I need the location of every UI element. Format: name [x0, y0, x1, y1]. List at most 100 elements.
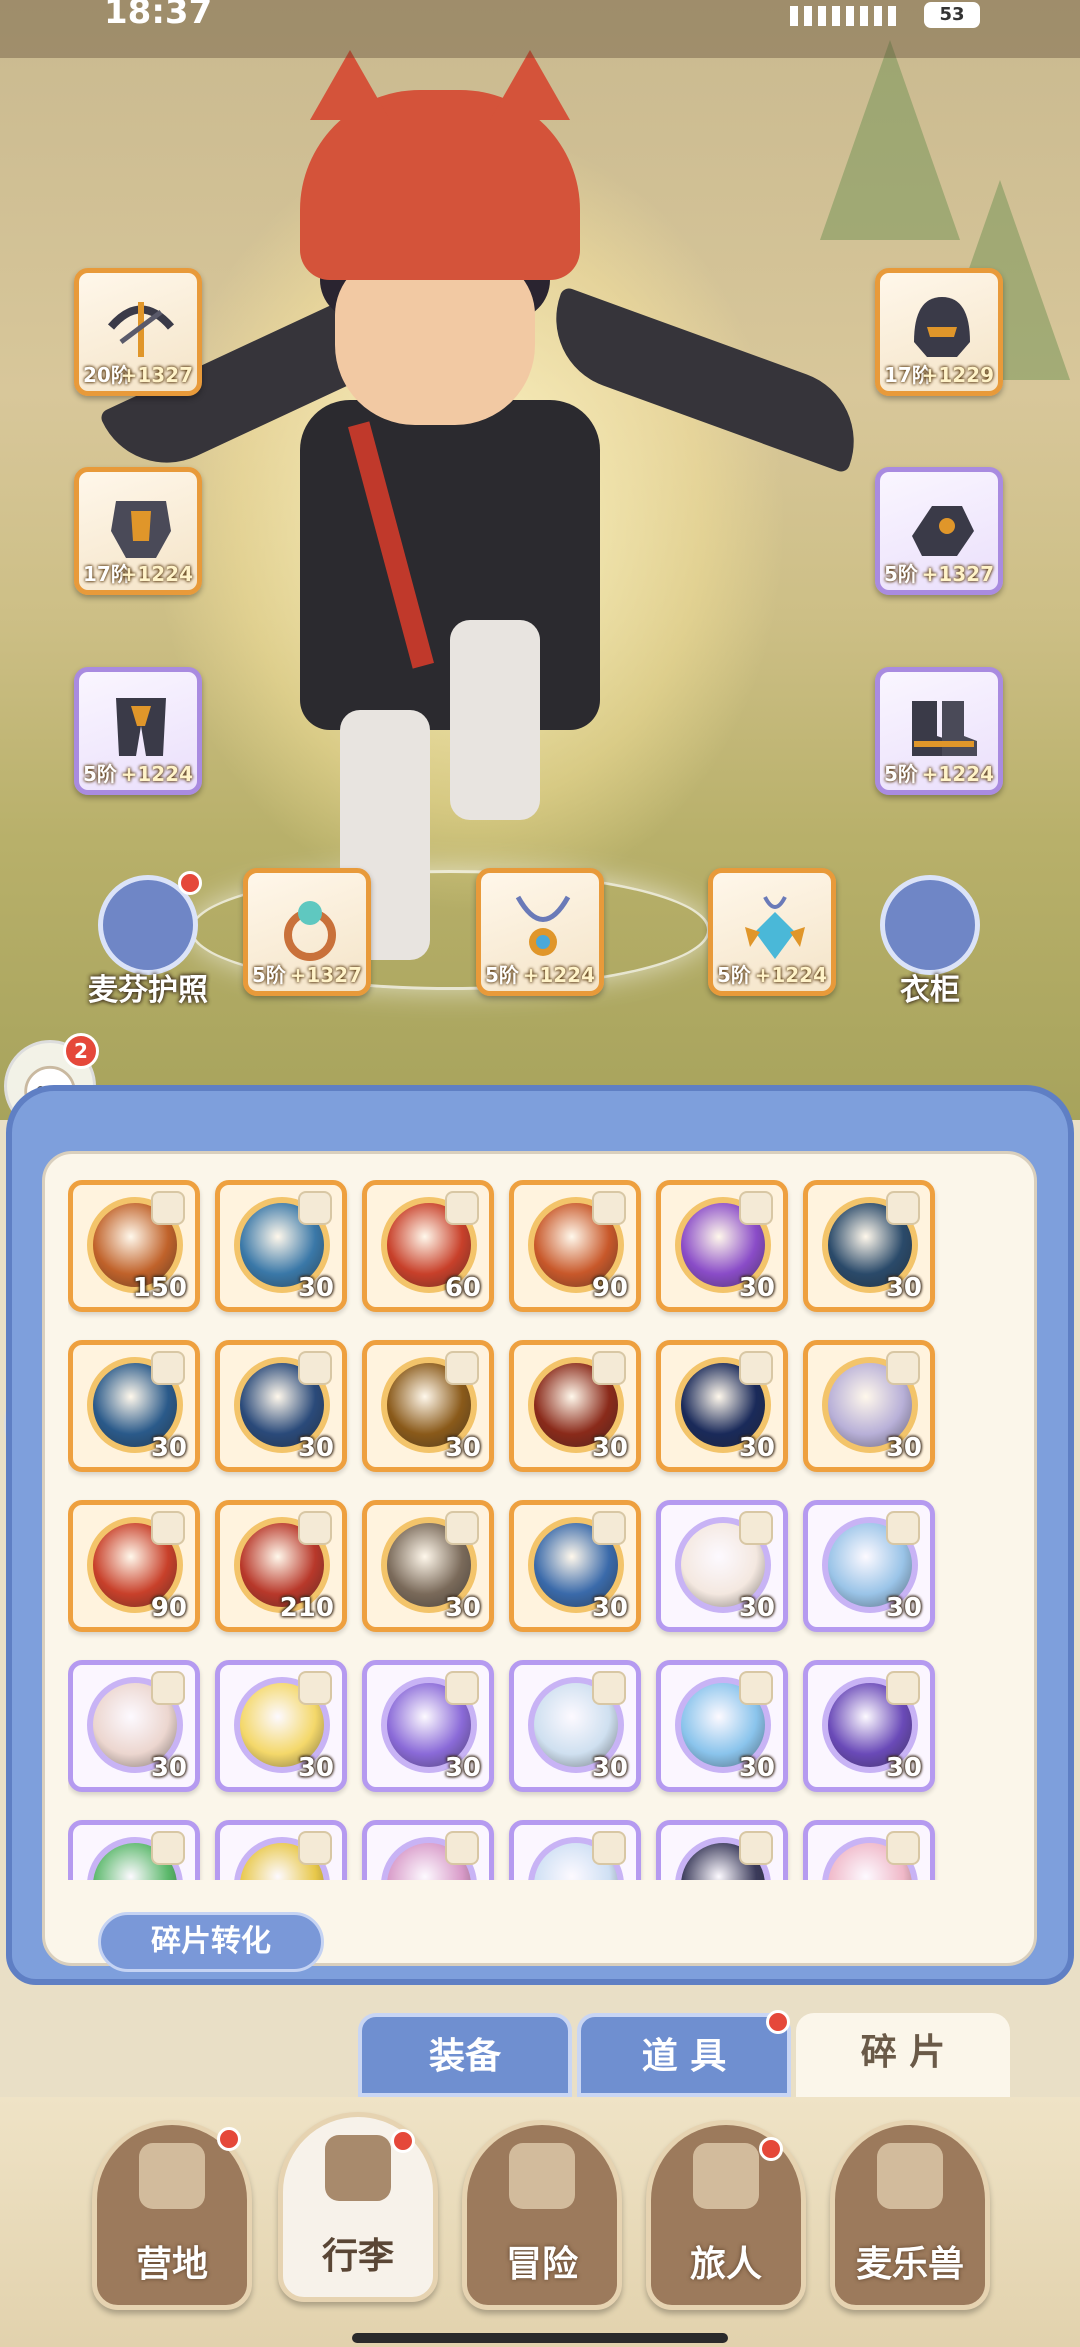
puzzle-piece-icon [888, 1193, 918, 1223]
character-leg [450, 620, 540, 820]
fragment-item[interactable]: 30 [362, 1660, 494, 1792]
slot-bonus: +1327 [289, 963, 362, 987]
fragment-item[interactable]: 30 [803, 1660, 935, 1792]
fragment-qty: 30 [591, 1753, 628, 1783]
fragment-item[interactable]: 30 [656, 1500, 788, 1632]
fragment-item[interactable]: 30 [803, 1340, 935, 1472]
fragment-item[interactable]: 30 [803, 1180, 935, 1312]
wardrobe-button[interactable]: 衣柜 [860, 875, 980, 1008]
fragment-item[interactable]: 30 [215, 1660, 347, 1792]
fragment-item[interactable]: 30 [362, 1340, 494, 1472]
puzzle-piece-icon [447, 1193, 477, 1223]
nav-adventure[interactable]: 冒险 [462, 2120, 622, 2310]
tab-fragments[interactable]: 碎 片 [796, 2013, 1010, 2097]
fragment-item[interactable]: 30 [68, 1660, 200, 1792]
puzzle-piece-icon [300, 1673, 330, 1703]
fragment-item[interactable]: 30 [656, 1660, 788, 1792]
fragment-item[interactable]: 30 [509, 1340, 641, 1472]
fragment-convert-button[interactable]: 碎片转化 [98, 1912, 324, 1972]
fragment-item[interactable] [68, 1820, 200, 1880]
nav-pets[interactable]: 麦乐兽 [830, 2120, 990, 2310]
fragment-qty: 30 [591, 1433, 628, 1463]
fragment-qty: 30 [885, 1273, 922, 1303]
puzzle-piece-icon [888, 1353, 918, 1383]
fragment-item[interactable]: 30 [68, 1340, 200, 1472]
equip-slot-necklace[interactable]: 5阶 +1224 [476, 868, 604, 996]
slot-bonus: +1224 [921, 762, 994, 786]
nav-travelers[interactable]: 旅人 [646, 2120, 806, 2310]
notification-dot [766, 2010, 790, 2034]
boots-icon [912, 701, 977, 756]
fragment-item[interactable] [656, 1820, 788, 1880]
chest-armor-icon [111, 501, 171, 558]
puzzle-piece-icon [741, 1193, 771, 1223]
fragment-qty: 90 [591, 1273, 628, 1303]
traveler-icon [693, 2143, 759, 2209]
notification-dot [217, 2127, 241, 2151]
fragment-qty: 150 [132, 1273, 187, 1303]
status-bar: 18:37 53 [0, 0, 1080, 58]
fragment-item[interactable]: 30 [656, 1180, 788, 1312]
equip-slot-armor[interactable]: 17阶 +1224 [74, 467, 202, 595]
fragment-item[interactable]: 30 [362, 1500, 494, 1632]
equip-slot-gloves[interactable]: 5阶 +1327 [875, 467, 1003, 595]
fragment-item[interactable]: 30 [509, 1660, 641, 1792]
equip-slot-legs[interactable]: 5阶 +1224 [74, 667, 202, 795]
notification-dot [759, 2137, 783, 2161]
fragment-qty: 30 [444, 1433, 481, 1463]
tab-items[interactable]: 道 具 [577, 2013, 791, 2097]
slot-tier: 5阶 [884, 562, 918, 586]
crossed-swords-icon [509, 2143, 575, 2209]
fragment-item[interactable]: 30 [656, 1340, 788, 1472]
slot-bonus: +1327 [120, 363, 193, 387]
equip-slot-amulet[interactable]: 5阶 +1224 [708, 868, 836, 996]
puzzle-piece-icon [300, 1353, 330, 1383]
passport-label: 麦芬护照 [88, 973, 208, 1008]
slot-tier: 5阶 [884, 762, 918, 786]
player-character[interactable] [98, 50, 874, 960]
fragment-item[interactable]: 30 [215, 1180, 347, 1312]
fragment-item[interactable]: 210 [215, 1500, 347, 1632]
fragment-qty: 30 [738, 1433, 775, 1463]
passport-button[interactable]: 麦芬护照 [78, 871, 208, 1008]
puzzle-piece-icon [594, 1673, 624, 1703]
fragment-item[interactable] [362, 1820, 494, 1880]
equip-slot-weapon[interactable]: 20阶 +1327 [74, 268, 202, 396]
nav-label: 营地 [135, 2244, 208, 2285]
fragment-item[interactable]: 60 [362, 1180, 494, 1312]
slot-tier: 5阶 [252, 963, 286, 987]
fragment-qty: 90 [150, 1593, 187, 1623]
puzzle-piece-icon [153, 1193, 183, 1223]
fragment-grid[interactable]: 150 30 60 90 30 30 30 30 30 30 30 30 90 210 30 30 30 30 30… [68, 1180, 988, 1880]
nav-camp[interactable]: 营地 [92, 2120, 252, 2310]
fragment-item[interactable]: 30 [215, 1340, 347, 1472]
tab-equipment[interactable]: 装备 [358, 2013, 572, 2097]
fragment-qty: 30 [444, 1593, 481, 1623]
equip-slot-ring[interactable]: 5阶 +1327 [243, 868, 371, 996]
fragment-item[interactable]: 90 [68, 1500, 200, 1632]
puzzle-piece-icon [888, 1513, 918, 1543]
luggage-icon [325, 2135, 391, 2201]
fragment-qty: 30 [738, 1273, 775, 1303]
equip-slot-helmet[interactable]: 17阶 +1229 [875, 268, 1003, 396]
battery-icon: 53 [924, 2, 980, 28]
fragment-qty: 30 [885, 1593, 922, 1623]
fragment-item[interactable]: 30 [509, 1500, 641, 1632]
equip-slot-boots[interactable]: 5阶 +1224 [875, 667, 1003, 795]
puzzle-piece-icon [888, 1673, 918, 1703]
fragment-item[interactable] [803, 1820, 935, 1880]
fragment-qty: 60 [444, 1273, 481, 1303]
fragment-item[interactable] [215, 1820, 347, 1880]
fragment-item[interactable]: 150 [68, 1180, 200, 1312]
nav-luggage[interactable]: 行李 [278, 2112, 438, 2302]
fragment-qty: 210 [279, 1593, 334, 1623]
fragment-item[interactable]: 30 [803, 1500, 935, 1632]
puzzle-piece-icon [300, 1193, 330, 1223]
fragment-qty: 30 [885, 1753, 922, 1783]
fragment-qty: 30 [150, 1753, 187, 1783]
fragment-item[interactable] [509, 1820, 641, 1880]
puzzle-piece-icon [153, 1833, 183, 1863]
fragment-item[interactable]: 90 [509, 1180, 641, 1312]
puzzle-piece-icon [594, 1513, 624, 1543]
nav-label: 冒险 [505, 2244, 578, 2285]
